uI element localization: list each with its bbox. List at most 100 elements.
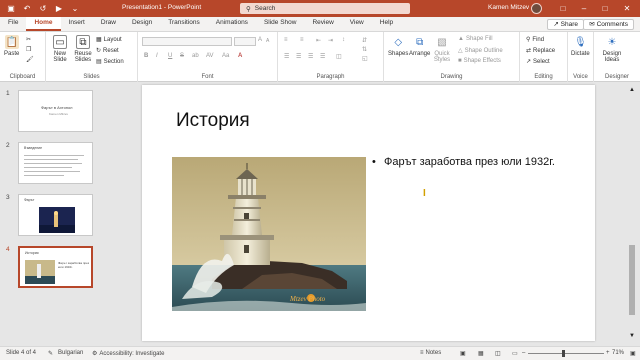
smartart-icon[interactable]: ◱ [362,55,368,62]
minimize-icon[interactable]: – [577,2,591,15]
reset-button[interactable]: ↻ Reset [96,47,119,55]
close-icon[interactable]: ✕ [620,2,634,15]
tab-review[interactable]: Review [304,17,341,31]
section-button[interactable]: ▤ Section [96,58,124,66]
zoom-in-icon[interactable]: + [606,350,610,356]
font-color-button[interactable]: A [238,53,242,59]
bold-button[interactable]: B [144,53,148,59]
layout-button[interactable]: ▦ Layout [96,36,122,44]
shape-effects-button[interactable]: ■ Shape Effects [458,58,501,64]
new-slide-button[interactable]: ▭ New Slide [50,35,70,63]
accessibility-status[interactable]: ⚙ Accessibility: Investigate [92,350,164,358]
ribbon: 📋 Paste ✂ ❐ 🖌 Clipboard ▭ New Slide ⧉ Re… [0,32,640,82]
design-ideas-button[interactable]: ☀ Design Ideas [600,35,624,64]
quick-styles-button[interactable]: ▧ Quick Styles [432,35,452,64]
justify-icon[interactable]: ☰ [320,53,325,60]
select-button[interactable]: ↗ Select [526,58,550,66]
tab-slide-show[interactable]: Slide Show [256,17,305,31]
strikethrough-button[interactable]: S [180,53,184,59]
tab-insert[interactable]: Insert [61,17,93,31]
fit-slide-icon[interactable]: ▣ [630,350,636,357]
lighthouse-photo[interactable]: Mtzev Photo [172,157,366,311]
tab-help[interactable]: Help [372,17,401,31]
user-name[interactable]: Kamen Mitzev [488,4,529,11]
slide-thumbnail-3[interactable]: Фарът [18,194,93,236]
scroll-thumb[interactable] [629,245,635,315]
customize-icon[interactable]: ⌄ [70,4,80,14]
shadow-button[interactable]: ab [192,53,199,59]
slide-canvas[interactable]: История Mtzev Photo • Фарът заработва пр… [142,85,595,341]
align-text-icon[interactable]: ⇅ [362,46,367,53]
spelling-icon[interactable]: ✎ [48,350,53,357]
tab-view[interactable]: View [342,17,372,31]
change-case-button[interactable]: Aa [222,53,229,59]
tab-design[interactable]: Design [124,17,160,31]
share-button[interactable]: ↗ Share [547,19,584,30]
vertical-scrollbar[interactable]: ▲ ▼ [628,85,636,343]
tab-file[interactable]: File [0,17,26,31]
numbering-icon[interactable]: ≡ [300,37,304,43]
find-button[interactable]: ⚲ Find [526,36,544,44]
comments-button[interactable]: ✉ Comments [583,19,634,30]
replace-button[interactable]: ⇄ Replace [526,47,555,55]
language-indicator[interactable]: Bulgarian [58,350,83,356]
scroll-up-icon[interactable]: ▲ [629,87,635,93]
normal-view-icon[interactable]: ▣ [460,350,466,357]
copy-icon[interactable]: ❐ [26,46,31,53]
bullets-icon[interactable]: ≡ [284,37,288,43]
shape-fill-button[interactable]: ▲ Shape Fill [458,36,493,42]
notes-button[interactable]: ≡ Notes [420,350,441,356]
quick-access-toolbar: ▣ ↶ ↺ ▶ ⌄ [0,4,130,14]
font-name-field[interactable] [142,37,232,46]
tab-animations[interactable]: Animations [208,17,256,31]
save-icon[interactable]: ▣ [6,4,16,14]
maximize-icon[interactable]: □ [598,2,612,15]
zoom-slider-handle[interactable] [562,350,565,357]
tab-transitions[interactable]: Transitions [160,17,208,31]
arrange-button[interactable]: ⧉ Arrange [409,35,430,58]
align-center-icon[interactable]: ☰ [296,53,301,60]
zoom-level[interactable]: 71% [612,350,624,356]
format-painter-icon[interactable]: 🖌 [26,56,34,63]
redo-icon[interactable]: ↺ [38,4,48,14]
tab-draw[interactable]: Draw [93,17,124,31]
shape-outline-button[interactable]: △ Shape Outline [458,47,503,55]
bullet-textbox[interactable]: • Фарът заработва през юли 1932г. [372,155,572,170]
underline-button[interactable]: U [168,53,172,59]
columns-icon[interactable]: ◫ [336,53,342,60]
slide-thumbnail-1[interactable]: Фарът в Ахтопол Kamen Mitzev [18,90,93,132]
scroll-down-icon[interactable]: ▼ [629,333,635,339]
line-spacing-icon[interactable]: ↕ [342,37,345,43]
slide-thumbnail-2[interactable]: Въведение [18,142,93,184]
decrease-font-icon[interactable]: A [266,38,269,44]
paste-button[interactable]: 📋 Paste [4,35,19,57]
align-right-icon[interactable]: ☰ [308,53,313,60]
increase-font-icon[interactable]: A [258,37,262,43]
tab-home[interactable]: Home [26,17,61,31]
avatar[interactable] [531,3,542,14]
decrease-indent-icon[interactable]: ⇤ [316,37,321,44]
search-input[interactable]: ⚲ Search [240,3,410,14]
text-direction-icon[interactable]: ⇵ [362,37,367,44]
cut-icon[interactable]: ✂ [26,36,31,43]
undo-icon[interactable]: ↶ [22,4,32,14]
increase-indent-icon[interactable]: ⇥ [328,37,333,44]
character-spacing-button[interactable]: AV [206,53,214,59]
bullet-icon: • [372,156,376,168]
zoom-out-icon[interactable]: – [522,350,525,356]
slide-thumbnail-4[interactable]: История Фарът заработва през юли 1932г. [18,246,93,288]
ribbon-display-options-icon[interactable]: □ [556,2,570,15]
bullet-text[interactable]: Фарът заработва през юли 1932г. [384,155,555,170]
align-left-icon[interactable]: ☰ [284,53,289,60]
reading-view-icon[interactable]: ◫ [495,350,501,357]
shapes-button[interactable]: ◇ Shapes [388,35,408,58]
slide-title[interactable]: История [176,110,250,132]
zoom-slider[interactable] [528,353,604,354]
slide-sorter-icon[interactable]: ▦ [478,350,484,357]
reuse-slides-button[interactable]: ⧉ Reuse Slides [73,35,93,63]
font-size-field[interactable] [234,37,256,46]
italic-button[interactable]: I [156,53,158,59]
dictate-button[interactable]: 🎙 Dictate [571,35,590,58]
slide-show-icon[interactable]: ▭ [512,350,518,357]
present-icon[interactable]: ▶ [54,4,64,14]
